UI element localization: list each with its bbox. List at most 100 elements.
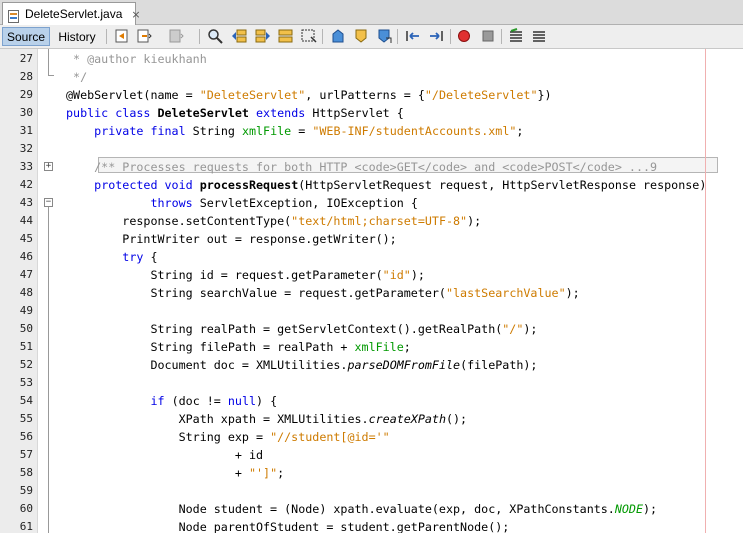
toggle-highlight-icon[interactable] bbox=[278, 28, 294, 44]
source-view-button[interactable]: Source bbox=[2, 27, 50, 46]
back-history-icon[interactable] bbox=[136, 28, 152, 44]
code-token: ); bbox=[523, 322, 538, 336]
forward-history-icon[interactable] bbox=[168, 28, 184, 44]
code-token: private final bbox=[94, 124, 193, 138]
code-token: xmlFile bbox=[241, 124, 292, 138]
code-token: ; bbox=[403, 340, 411, 354]
collapse-fold-icon[interactable]: − bbox=[44, 198, 53, 207]
code-line: XPath xpath = XMLUtilities.createXPath()… bbox=[66, 410, 468, 428]
line-number: 47 bbox=[19, 268, 33, 281]
code-token: String searchValue = request.getParamete… bbox=[66, 286, 446, 300]
find-previous-icon[interactable] bbox=[231, 28, 247, 44]
shift-right-icon[interactable] bbox=[428, 28, 444, 44]
line-number: 59 bbox=[19, 484, 33, 497]
line-number: 55 bbox=[19, 412, 33, 425]
history-view-button[interactable]: History bbox=[53, 27, 101, 46]
toggle-bookmark-icon[interactable] bbox=[376, 28, 392, 44]
code-line: String id = request.getParameter("id"); bbox=[66, 266, 425, 284]
code-editor[interactable]: * @author kieukhanh */ @WebServlet(name =… bbox=[59, 49, 743, 533]
uncomment-icon[interactable] bbox=[531, 28, 547, 44]
code-line: PrintWriter out = response.getWriter(); bbox=[66, 230, 396, 248]
code-token: (HttpServletRequest request, HttpServlet… bbox=[298, 178, 707, 192]
code-token: */ bbox=[66, 70, 88, 84]
code-token: ServletException, IOException { bbox=[199, 196, 418, 210]
code-line: try { bbox=[66, 248, 158, 266]
code-token: HttpServlet { bbox=[312, 106, 404, 120]
line-number: 30 bbox=[19, 106, 33, 119]
code-token: { bbox=[150, 250, 158, 264]
code-line: */ bbox=[66, 68, 87, 86]
last-edit-icon[interactable] bbox=[114, 28, 130, 44]
code-line: throws ServletException, IOException { bbox=[66, 194, 418, 212]
line-number: 60 bbox=[19, 502, 33, 515]
code-token: "WEB-INF/studentAccounts.xml" bbox=[312, 124, 517, 138]
code-line: private final String xmlFile = "WEB-INF/… bbox=[66, 122, 523, 140]
code-token: "text/html;charset=UTF-8" bbox=[291, 214, 468, 228]
shift-left-icon[interactable] bbox=[405, 28, 421, 44]
line-number-gutter: 27 28 29 30 31 32 33 42 43 44 45 46 47 48 49 50 51 52 53 54… bbox=[0, 49, 37, 533]
stop-macro-icon[interactable] bbox=[480, 28, 496, 44]
code-token: "lastSearchValue" bbox=[445, 286, 566, 300]
code-line: Node student = (Node) xpath.evaluate(exp… bbox=[66, 500, 658, 518]
code-token: Node parentOfStudent = student.getParent… bbox=[66, 520, 510, 533]
code-token: * @author kieukhanh bbox=[66, 52, 207, 66]
code-token: protected void bbox=[94, 178, 200, 192]
close-icon[interactable]: × bbox=[131, 8, 140, 21]
previous-bookmark-icon[interactable] bbox=[330, 28, 346, 44]
line-number: 46 bbox=[19, 250, 33, 263]
code-line: /** Processes requests for both HTTP <co… bbox=[66, 158, 657, 176]
line-number: 61 bbox=[19, 520, 33, 533]
line-number: 51 bbox=[19, 340, 33, 353]
next-bookmark-icon[interactable] bbox=[353, 28, 369, 44]
line-number: 50 bbox=[19, 322, 33, 335]
code-token: "//student[@id='" bbox=[270, 430, 390, 444]
expand-fold-icon[interactable]: + bbox=[44, 162, 53, 171]
start-macro-icon[interactable] bbox=[456, 28, 472, 44]
code-token: ); bbox=[410, 268, 425, 282]
editor-tab-bar: DeleteServlet.java × bbox=[0, 0, 743, 25]
comment-icon[interactable] bbox=[508, 28, 524, 44]
code-token: String id = request.getParameter( bbox=[66, 268, 383, 282]
toolbar-separator bbox=[106, 29, 107, 44]
code-line: + id bbox=[66, 446, 263, 464]
code-token: ); bbox=[467, 214, 482, 228]
rect-select-icon[interactable] bbox=[301, 28, 317, 44]
code-token: @WebServlet(name = bbox=[66, 88, 200, 102]
code-token: DeleteServlet bbox=[157, 106, 249, 120]
code-token: String bbox=[192, 124, 242, 138]
find-next-icon[interactable] bbox=[255, 28, 271, 44]
code-line: @WebServlet(name = "DeleteServlet", urlP… bbox=[66, 86, 552, 104]
code-token: + id bbox=[66, 448, 264, 462]
line-number: 33 bbox=[19, 160, 33, 173]
find-icon[interactable] bbox=[207, 28, 223, 44]
toolbar-separator bbox=[501, 29, 502, 44]
code-line: Node parentOfStudent = student.getParent… bbox=[66, 518, 510, 533]
line-number: 54 bbox=[19, 394, 33, 407]
java-file-icon bbox=[8, 8, 20, 23]
toolbar-separator bbox=[199, 29, 200, 44]
fold-guide-end bbox=[48, 75, 54, 76]
line-number: 28 bbox=[19, 70, 33, 83]
code-token: Node student = (Node) xpath.evaluate(exp… bbox=[66, 502, 615, 516]
code-token: response.setContentType( bbox=[66, 214, 292, 228]
code-token: ; bbox=[516, 124, 524, 138]
code-token: /** Processes requests for both HTTP <co… bbox=[66, 160, 658, 174]
line-number: 27 bbox=[19, 52, 33, 65]
line-number: 42 bbox=[19, 178, 33, 191]
code-token: throws bbox=[150, 196, 200, 210]
line-number: 57 bbox=[19, 448, 33, 461]
code-token: "/" bbox=[502, 322, 524, 336]
code-token: try bbox=[122, 250, 151, 264]
code-token: ) { bbox=[256, 394, 278, 408]
file-tab[interactable]: DeleteServlet.java × bbox=[2, 2, 141, 25]
code-line: String searchValue = request.getParamete… bbox=[66, 284, 579, 302]
code-token: String realPath = getServletContext().ge… bbox=[66, 322, 503, 336]
code-token: if bbox=[150, 394, 172, 408]
code-line: String exp = "//student[@id='" bbox=[66, 428, 390, 446]
code-token: createXPath bbox=[368, 412, 446, 426]
code-token: ; bbox=[277, 466, 285, 480]
file-tab-title: DeleteServlet.java bbox=[25, 7, 123, 21]
